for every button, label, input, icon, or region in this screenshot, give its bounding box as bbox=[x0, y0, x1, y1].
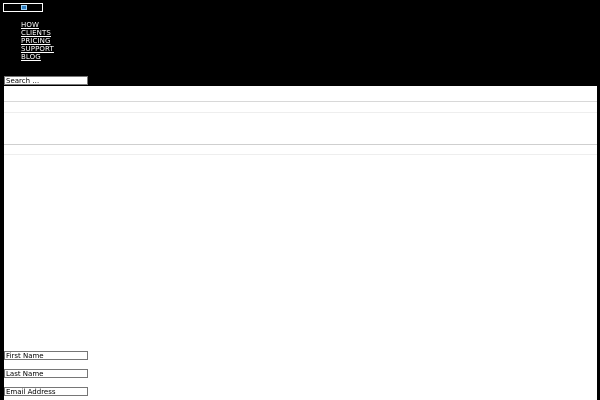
nav-link-support[interactable]: SUPPORT bbox=[21, 45, 54, 53]
search-input[interactable] bbox=[4, 76, 88, 85]
last-name-field[interactable] bbox=[4, 369, 88, 378]
nav-item-pricing[interactable]: PRICING bbox=[21, 37, 54, 45]
page: HOW CLIENTS PRICING SUPPORT BLOG bbox=[0, 0, 600, 400]
divider bbox=[4, 112, 597, 113]
site-logo[interactable] bbox=[3, 3, 43, 12]
main-content bbox=[4, 86, 597, 400]
nav-link-pricing[interactable]: PRICING bbox=[21, 37, 50, 45]
site-logo-icon bbox=[21, 5, 27, 10]
email-field[interactable] bbox=[4, 387, 88, 396]
nav-item-blog[interactable]: BLOG bbox=[21, 53, 54, 61]
divider bbox=[4, 154, 597, 155]
nav-item-support[interactable]: SUPPORT bbox=[21, 45, 54, 53]
nav-item-clients[interactable]: CLIENTS bbox=[21, 29, 54, 37]
nav-item-how[interactable]: HOW bbox=[21, 21, 54, 29]
nav-link-blog[interactable]: BLOG bbox=[21, 53, 41, 61]
divider bbox=[4, 144, 597, 145]
main-nav: HOW CLIENTS PRICING SUPPORT BLOG bbox=[21, 21, 54, 61]
nav-link-how[interactable]: HOW bbox=[21, 21, 39, 29]
divider bbox=[4, 101, 597, 102]
nav-link-clients[interactable]: CLIENTS bbox=[21, 29, 51, 37]
first-name-field[interactable] bbox=[4, 351, 88, 360]
